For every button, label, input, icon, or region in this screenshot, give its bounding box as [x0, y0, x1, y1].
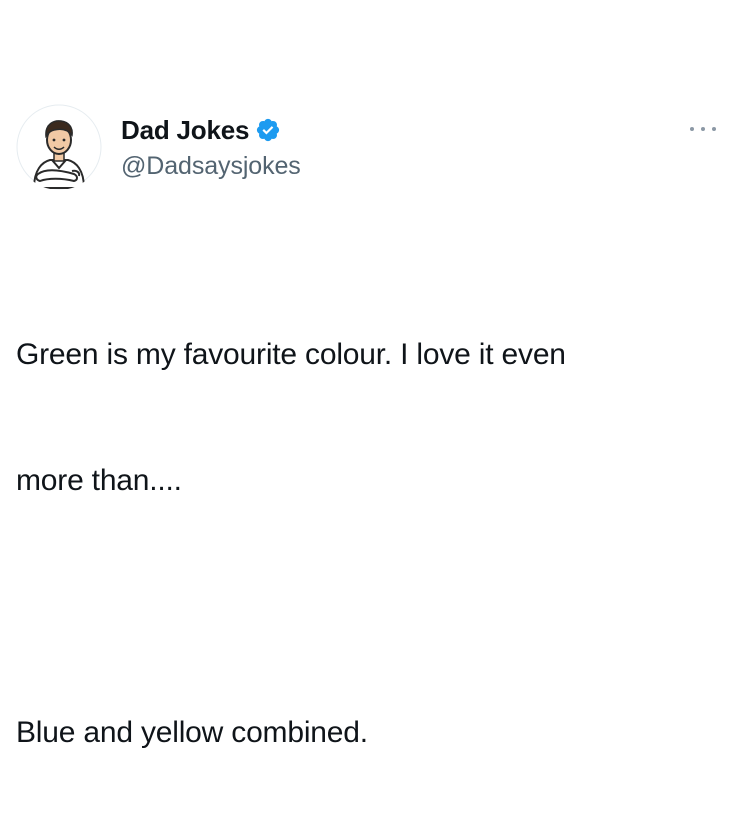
more-dot — [701, 127, 705, 131]
more-options-icon[interactable] — [690, 123, 716, 135]
tweet-card: Dad Jokes @Dadsaysjokes Green is my favo… — [0, 0, 741, 749]
tweet-text-line: Green is my favourite colour. I love it … — [16, 338, 566, 371]
avatar-illustration-icon — [16, 104, 102, 190]
tweet-text-line: Blue and yellow combined. — [16, 716, 368, 749]
more-dot — [690, 127, 694, 131]
author-handle[interactable]: @Dadsaysjokes — [121, 152, 301, 181]
more-dot — [712, 127, 716, 131]
author-name-row: Dad Jokes — [121, 114, 281, 146]
author-display-name[interactable]: Dad Jokes — [121, 115, 249, 146]
tweet-text-line: more than.... — [16, 464, 182, 497]
verified-badge-icon[interactable] — [255, 117, 281, 143]
avatar[interactable] — [16, 104, 102, 190]
tweet-text: Green is my favourite colour. I love it … — [16, 250, 716, 838]
